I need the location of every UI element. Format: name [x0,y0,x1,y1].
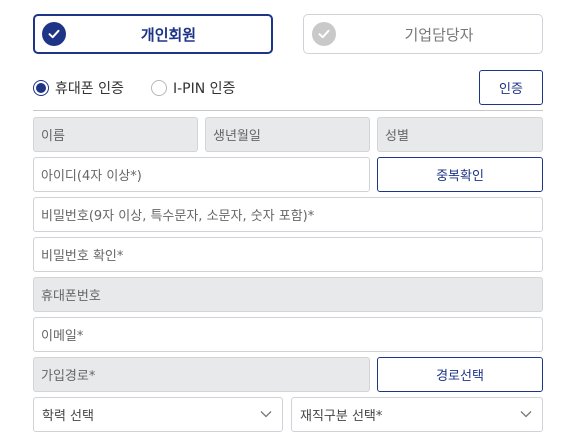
path-select-button[interactable]: 경로선택 [377,357,543,392]
personal-member-tab[interactable]: 개인회원 [33,14,273,54]
email-input[interactable]: 이메일* [33,317,543,352]
check-circle-icon [42,22,66,46]
auth-button[interactable]: 인증 [479,70,543,105]
join-path-field: 가입경로* [33,357,370,392]
employment-select-label: 재직구분 선택* [300,409,383,424]
employment-select[interactable]: 재직구분 선택* [291,397,543,432]
radio-phone-auth[interactable]: 휴대폰 인증 [33,78,124,98]
corporate-member-tab[interactable]: 기업담당자 [303,14,543,54]
name-field: 이름 [33,117,198,152]
divider [33,110,543,111]
corporate-member-label: 기업담당자 [404,25,474,44]
radio-ipin-auth[interactable]: I-PIN 인증 [151,78,235,98]
radio-phone-auth-label: 휴대폰 인증 [55,81,124,97]
password-input[interactable]: 비밀번호(9자 이상, 특수문자, 소문자, 숫자 포함)* [33,197,543,232]
education-select-label: 학력 선택 [42,409,94,424]
gender-field: 성별 [377,117,543,152]
check-circle-icon [312,22,336,46]
duplicate-check-button[interactable]: 중복확인 [377,157,543,192]
chevron-down-icon [260,407,272,422]
radio-unchecked-icon [151,80,167,96]
personal-member-label: 개인회원 [140,25,197,44]
radio-ipin-auth-label: I-PIN 인증 [173,81,236,97]
phone-field: 휴대폰번호 [33,277,543,312]
birth-date-field: 생년월일 [205,117,370,152]
radio-checked-icon [33,80,49,96]
chevron-down-icon [520,407,532,422]
education-select[interactable]: 학력 선택 [33,397,283,432]
password-confirm-input[interactable]: 비밀번호 확인* [33,237,543,272]
user-id-input[interactable]: 아이디(4자 이상*) [33,157,370,192]
